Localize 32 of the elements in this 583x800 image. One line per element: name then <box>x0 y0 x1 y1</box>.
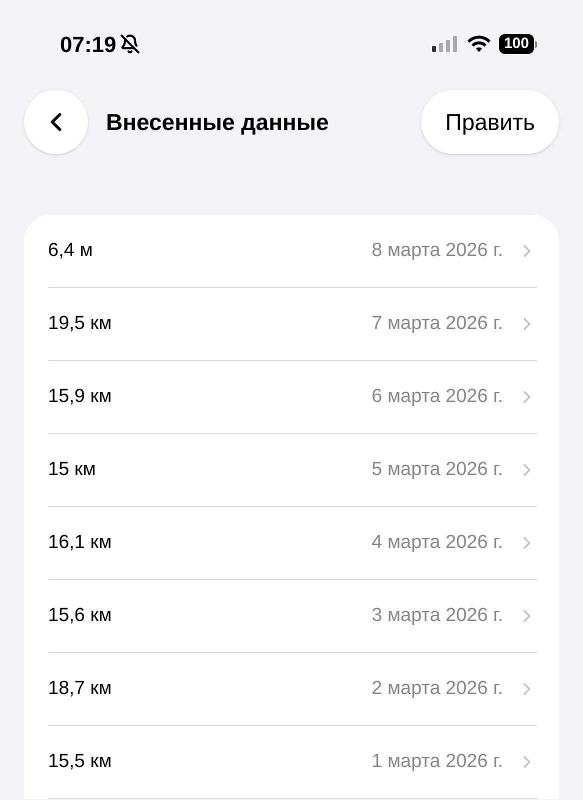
entry-row[interactable]: 18,7 км 2 марта 2026 г. <box>48 653 537 726</box>
signal-icon <box>430 35 459 53</box>
page-title: Внесенные данные <box>106 108 329 137</box>
edit-button[interactable]: Править <box>421 90 559 154</box>
entry-date: 4 марта 2026 г. <box>372 530 503 555</box>
entry-date: 7 марта 2026 г. <box>372 312 503 336</box>
entry-date: 8 марта 2026 г. <box>372 238 503 263</box>
entry-date: 3 марта 2026 г. <box>372 604 503 628</box>
entry-date: 5 марта 2026 г. <box>372 458 503 482</box>
entry-row[interactable]: 15,6 км 3 марта 2026 г. <box>48 580 537 653</box>
entry-value: 15,6 км <box>48 604 112 628</box>
entry-row[interactable]: 15 км 5 марта 2026 г. <box>48 434 537 507</box>
entry-date: 2 марта 2026 г. <box>372 676 503 701</box>
entry-date: 6 марта 2026 г. <box>372 384 503 409</box>
status-time: 07:19 <box>60 30 116 58</box>
bell-off-icon <box>120 34 140 54</box>
entry-date: 1 марта 2026 г. <box>372 750 503 774</box>
back-button[interactable] <box>24 90 88 154</box>
entry-value: 15,5 км <box>48 750 112 774</box>
entry-value: 15 км <box>48 458 96 482</box>
entry-row[interactable]: 15,5 км 1 марта 2026 г. <box>48 726 537 799</box>
entry-row[interactable]: 19,5 км 7 марта 2026 г. <box>48 288 537 361</box>
entry-value: 16,1 км <box>48 530 112 555</box>
entry-value: 19,5 км <box>48 312 112 336</box>
battery-level: 100 <box>498 34 534 54</box>
entry-row[interactable]: 6,4 м 8 марта 2026 г. <box>48 215 537 288</box>
entry-value: 6,4 м <box>48 238 93 263</box>
entry-value: 18,7 км <box>48 676 112 701</box>
entry-row[interactable]: 16,1 км 4 марта 2026 г. <box>48 507 537 580</box>
entry-value: 15,9 км <box>48 384 112 409</box>
wifi-icon <box>466 35 491 53</box>
entry-row[interactable]: 15,9 км 6 марта 2026 г. <box>48 361 537 434</box>
